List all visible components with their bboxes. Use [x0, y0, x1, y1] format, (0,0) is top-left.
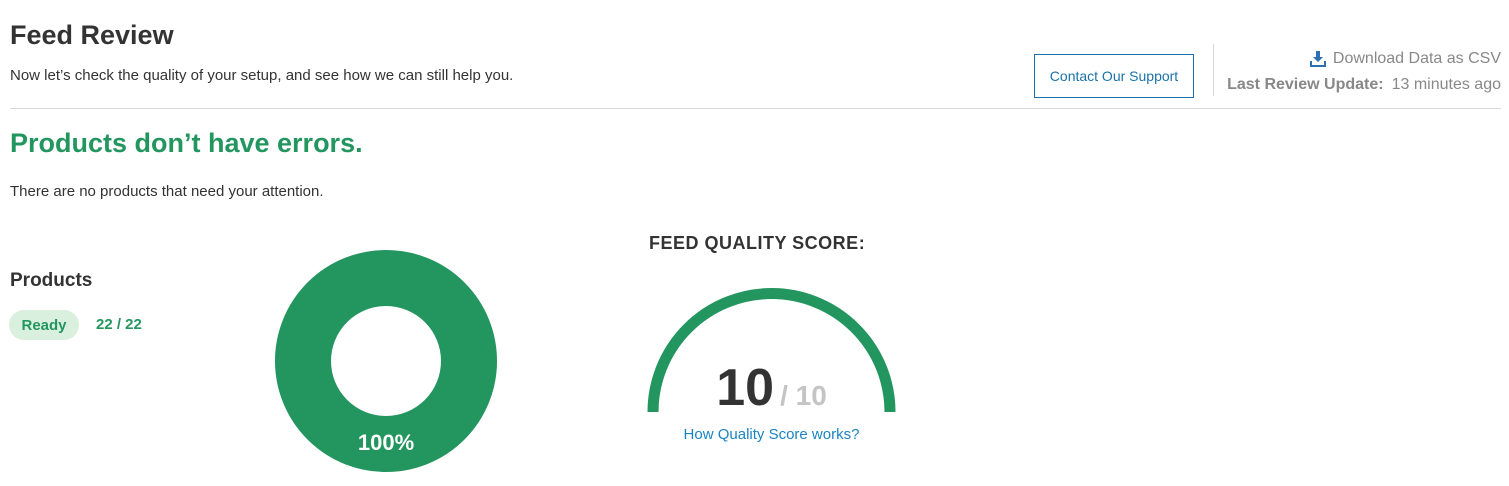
- how-quality-score-works-link[interactable]: How Quality Score works?: [647, 425, 896, 445]
- ready-badge: Ready: [9, 310, 79, 340]
- contact-support-button[interactable]: Contact Our Support: [1034, 54, 1194, 98]
- feed-quality-score-heading: FEED QUALITY SCORE:: [649, 233, 866, 253]
- donut-ready-segment: [275, 250, 497, 472]
- feed-review-page: Feed Review Now let’s check the quality …: [0, 0, 1509, 486]
- status-heading: Products don’t have errors.: [10, 128, 363, 158]
- header-divider: [1213, 44, 1214, 96]
- page-title: Feed Review: [10, 20, 174, 50]
- download-icon: [1309, 50, 1327, 68]
- download-label: Download Data as CSV: [1332, 50, 1501, 67]
- last-update-label: Last Review Update:: [1227, 76, 1384, 93]
- last-review-update: Last Review Update: 13 minutes ago: [1227, 75, 1501, 95]
- score-max: / 10: [780, 380, 827, 411]
- last-update-value: 13 minutes ago: [1391, 76, 1501, 93]
- products-heading: Products: [10, 270, 93, 291]
- donut-percent-label: 100%: [357, 430, 415, 455]
- status-text: There are no products that need your att…: [10, 183, 324, 200]
- score-number: 10: [716, 359, 775, 417]
- header-separator: [10, 108, 1501, 109]
- page-subtitle: Now let’s check the quality of your setu…: [10, 67, 514, 84]
- ready-count: 22 / 22: [96, 316, 142, 333]
- score-value: 10/ 10: [647, 358, 896, 431]
- download-csv-link[interactable]: Download Data as CSV: [1309, 49, 1501, 69]
